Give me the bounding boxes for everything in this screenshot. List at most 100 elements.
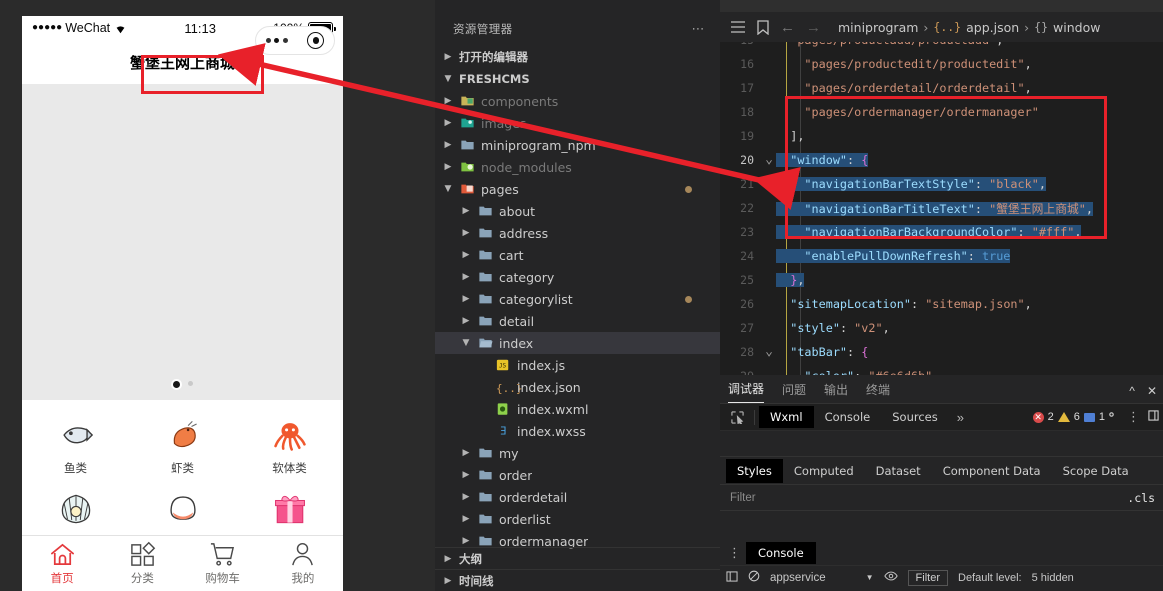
eye-icon[interactable] (883, 571, 898, 584)
chevron-right-icon[interactable]: ▶ (441, 118, 455, 128)
chevron-right-icon[interactable]: ▶ (459, 470, 473, 480)
tree-file-index-json[interactable]: {..} index.json (435, 376, 720, 398)
cls-button[interactable]: .cls (1127, 491, 1155, 505)
code-line-18[interactable]: 18 "pages/ordermanager/ordermanager" (720, 100, 1163, 124)
more-dots-icon[interactable] (265, 38, 288, 43)
styles-tab-dataset[interactable]: Dataset (865, 459, 932, 483)
code-line-17[interactable]: 17 "pages/orderdetail/orderdetail", (720, 76, 1163, 100)
code-line-26[interactable]: 26 "sitemapLocation": "sitemap.json", (720, 292, 1163, 316)
wxml-tree-area[interactable] (720, 431, 1163, 457)
gear-icon[interactable] (1105, 408, 1118, 426)
tree-folder-cart[interactable]: ▶ cart (435, 244, 720, 266)
tree-folder-components[interactable]: ▶ components (435, 90, 720, 112)
tree-folder-address[interactable]: ▶ address (435, 222, 720, 244)
code-line-23[interactable]: 23 "navigationBarBackgroundColor": "#fff… (720, 220, 1163, 244)
bookmark-icon[interactable] (757, 19, 769, 35)
category-item-shrimp[interactable]: 虾类 (129, 412, 236, 486)
close-icon[interactable]: ✕ (1147, 384, 1157, 398)
code-line-22[interactable]: 22 "navigationBarTitleText": "蟹堡王网上商城", (720, 196, 1163, 220)
tree-folder-my[interactable]: ▶ my (435, 442, 720, 464)
breadcrumb-item-miniprogram[interactable]: miniprogram (838, 20, 918, 35)
banner-carousel[interactable] (22, 84, 343, 400)
tree-folder-pages[interactable]: ▼ pages (435, 178, 720, 200)
tree-folder-category[interactable]: ▶ category (435, 266, 720, 288)
tabbar-item-mine[interactable]: 我的 (263, 536, 343, 591)
chevron-down-icon[interactable]: ▼ (459, 338, 473, 348)
carousel-dots[interactable] (22, 381, 343, 388)
list-icon[interactable] (730, 20, 746, 34)
console-level-label[interactable]: Default level: (958, 572, 1022, 584)
chevron-right-icon[interactable]: ▶ (459, 206, 473, 216)
arrow-left-icon[interactable]: ← (780, 19, 795, 36)
more-vertical-icon[interactable]: ⋮ (728, 545, 741, 561)
code-line-19[interactable]: 19 ], (720, 124, 1163, 148)
chevron-right-icon[interactable]: ▶ (441, 140, 455, 150)
code-line-27[interactable]: 27 "style": "v2", (720, 316, 1163, 340)
code-line-20[interactable]: 20 ⌄ "window": { (720, 148, 1163, 172)
code-line-24[interactable]: 24 "enablePullDownRefresh": true (720, 244, 1163, 268)
tree-file-index-js[interactable]: JS index.js (435, 354, 720, 376)
code-line-21[interactable]: 21 "navigationBarTextStyle": "black", (720, 172, 1163, 196)
console-drawer-tab[interactable]: Console (746, 542, 816, 564)
tree-folder-about[interactable]: ▶ about (435, 200, 720, 222)
tree-folder-order[interactable]: ▶ order (435, 464, 720, 486)
styles-filter-input[interactable]: Filter (730, 492, 756, 504)
panel-tab-debugger[interactable]: 调试器 (728, 380, 765, 403)
chevron-right-icon[interactable]: ▶ (459, 316, 473, 326)
clear-icon[interactable] (748, 570, 760, 585)
section-project-root[interactable]: ▼ FRESHCMS (435, 68, 720, 90)
chevron-right-icon[interactable]: ▶ (459, 492, 473, 502)
tabbar-item-cart[interactable]: 购物车 (183, 536, 263, 591)
tree-folder-index[interactable]: ▼ index (435, 332, 720, 354)
fold-chevron-icon[interactable]: ⌄ (762, 153, 776, 166)
inspect-cursor-icon[interactable] (724, 410, 750, 424)
category-item-octopus[interactable]: 软体类 (236, 412, 343, 486)
ellipsis-icon[interactable]: ⋯ (692, 22, 707, 37)
chevron-right-icon[interactable]: ▶ (459, 294, 473, 304)
tree-file-index-wxml[interactable]: index.wxml (435, 398, 720, 420)
styles-tab-computed[interactable]: Computed (783, 459, 865, 483)
breadcrumb-item-appjson[interactable]: app.json (966, 20, 1019, 35)
code-line-25[interactable]: 25 }, (720, 268, 1163, 292)
issue-counts[interactable]: ✕ 2 6 1 (1032, 411, 1105, 423)
dock-icon[interactable] (1148, 408, 1159, 426)
console-context-select[interactable]: appservice ▼ (770, 572, 874, 584)
chevron-right-icon[interactable]: ▶ (441, 162, 455, 172)
chevron-right-icon[interactable]: ▶ (459, 228, 473, 238)
chevron-right-icon[interactable]: ▶ (441, 96, 455, 106)
tree-file-index-wxss[interactable]: Ǝindex.wxss (435, 420, 720, 442)
code-line-29[interactable]: 29 "color": "#6e6d6b", (720, 364, 1163, 375)
styles-tab-component-data[interactable]: Component Data (932, 459, 1052, 483)
inspector-tab-wxml[interactable]: Wxml (759, 406, 814, 428)
styles-tab-scope-data[interactable]: Scope Data (1052, 459, 1140, 483)
section-open-editors[interactable]: ▶ 打开的编辑器 (435, 46, 720, 68)
tabbar-item-home[interactable]: 首页 (22, 536, 102, 591)
more-tabs-icon[interactable]: » (949, 410, 972, 425)
inspector-tab-sources[interactable]: Sources (881, 406, 949, 428)
code-line-15[interactable]: 15 "pages/productadd/productadd", (720, 42, 1163, 52)
wechat-capsule[interactable] (255, 26, 335, 55)
code-line-28[interactable]: 28 ⌄ "tabBar": { (720, 340, 1163, 364)
category-item-fish[interactable]: 鱼类 (22, 412, 129, 486)
arrow-right-icon[interactable]: → (806, 19, 821, 36)
console-filter-input[interactable]: Filter (907, 569, 948, 586)
tree-folder-images[interactable]: ▶ images (435, 112, 720, 134)
tree-folder-orderlist[interactable]: ▶ orderlist (435, 508, 720, 530)
chevron-right-icon[interactable]: ▶ (459, 448, 473, 458)
tree-folder-detail[interactable]: ▶ detail (435, 310, 720, 332)
chevron-right-icon[interactable]: ▶ (459, 250, 473, 260)
chevron-down-icon[interactable]: ▼ (441, 184, 455, 194)
tree-folder-categorylist[interactable]: ▶ categorylist (435, 288, 720, 310)
inspector-tab-console[interactable]: Console (814, 406, 882, 428)
code-editor[interactable]: 15 "pages/productadd/productadd",16 "pag… (720, 42, 1163, 375)
carousel-dot-active[interactable] (172, 381, 180, 388)
tabbar-item-category[interactable]: 分类 (102, 536, 182, 591)
section-outline[interactable]: ▶ 大纲 (435, 547, 720, 569)
chevron-right-icon[interactable]: ▶ (459, 536, 473, 546)
panel-tab-terminal[interactable]: 终端 (866, 381, 890, 403)
target-circle-icon[interactable] (307, 32, 325, 49)
fold-chevron-icon[interactable]: ⌄ (762, 345, 776, 358)
panel-tab-output[interactable]: 输出 (824, 381, 848, 403)
chevron-up-icon[interactable]: ^ (1129, 384, 1135, 398)
chevron-right-icon[interactable]: ▶ (459, 272, 473, 282)
